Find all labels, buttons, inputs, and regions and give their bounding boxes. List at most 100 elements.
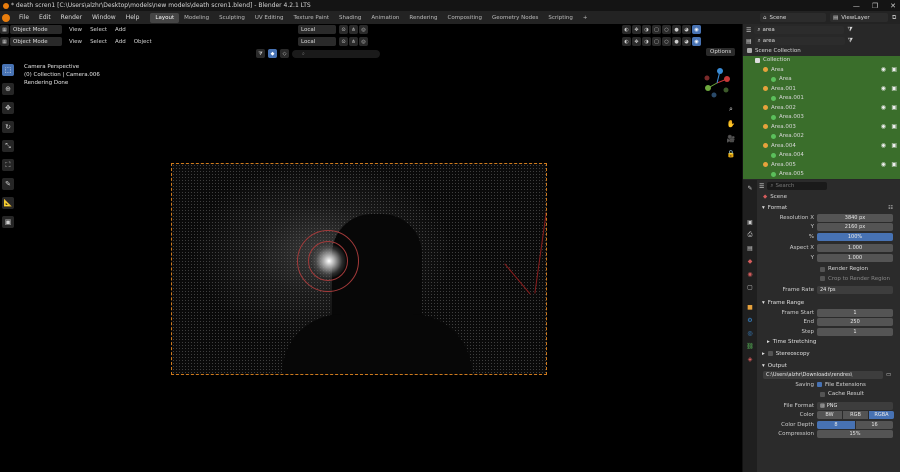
- visibility-eye-icon[interactable]: ◉: [881, 85, 886, 92]
- snap-icon-2[interactable]: ⋔: [349, 37, 358, 46]
- view-layer-selector[interactable]: ▤ ViewLayer: [830, 13, 888, 22]
- output-path-field[interactable]: C:\Users\alzhr\Downloads\rendres\: [763, 371, 883, 380]
- render-camera-icon[interactable]: ▣: [891, 85, 897, 92]
- wireframe-shading-icon-2[interactable]: ○: [662, 37, 671, 46]
- orientation-dropdown[interactable]: Local: [298, 25, 336, 34]
- camera-view-icon[interactable]: 🎥: [726, 134, 736, 144]
- annotate-tool-icon[interactable]: ✎: [2, 178, 14, 190]
- aspect-y-field[interactable]: 1.000: [817, 253, 893, 262]
- tab-compositing[interactable]: Compositing: [443, 13, 487, 23]
- menu-edit[interactable]: Edit: [34, 14, 56, 21]
- outliner-row-area-002-data[interactable]: Area.002: [743, 131, 900, 141]
- scene-tab-icon[interactable]: ◆: [745, 256, 755, 266]
- render-camera-icon[interactable]: ▣: [891, 104, 897, 111]
- render-camera-icon[interactable]: ▣: [891, 66, 897, 73]
- render-region-checkbox[interactable]: [820, 266, 825, 272]
- outliner-row-area-004-data[interactable]: Area.004: [743, 150, 900, 160]
- overlay-icon-2[interactable]: ◑: [642, 37, 651, 46]
- menu-select[interactable]: Select: [86, 27, 111, 33]
- depth-16-option[interactable]: 16: [856, 420, 893, 429]
- outliner-search-field-2[interactable]: ⌕ area: [754, 37, 845, 45]
- solid-shading-icon-2[interactable]: ●: [672, 37, 681, 46]
- visibility-eye-icon[interactable]: ◉: [881, 66, 886, 73]
- maximize-button[interactable]: ❐: [872, 2, 878, 10]
- tab-sculpting[interactable]: Sculpting: [214, 13, 250, 23]
- menu-select-2[interactable]: Select: [86, 39, 111, 45]
- format-section-header[interactable]: ▾ Format ☷: [759, 203, 900, 213]
- properties-editor-icon[interactable]: ☰: [759, 183, 764, 190]
- editor-type-icon-2[interactable]: ▦: [0, 37, 9, 46]
- menu-object[interactable]: Object: [130, 39, 156, 45]
- output-tab-icon[interactable]: ⎙: [745, 230, 755, 240]
- view-layer-options-icon[interactable]: ⧉: [892, 14, 900, 22]
- select-box-tool-icon[interactable]: ⬚: [2, 64, 14, 76]
- outliner-row-area-002-light[interactable]: Area.002 ◉ ▣: [743, 103, 900, 113]
- format-presets-icon[interactable]: ☷: [888, 205, 893, 211]
- resolution-percent-field[interactable]: 100%: [817, 232, 893, 241]
- outliner-row-area-001-data[interactable]: Area.001: [743, 93, 900, 103]
- frame-range-section-header[interactable]: ▾ Frame Range: [759, 298, 900, 308]
- material-shading-icon-2[interactable]: ◕: [682, 37, 691, 46]
- menu-render[interactable]: Render: [56, 14, 87, 21]
- object-tab-icon[interactable]: ■: [745, 302, 755, 312]
- lock-camera-icon[interactable]: 🔒: [726, 149, 736, 159]
- object-type-icon[interactable]: ◆: [268, 49, 277, 58]
- render-tab-icon[interactable]: ▣: [745, 217, 755, 227]
- visibility-icon-2[interactable]: ◐: [622, 37, 631, 46]
- outliner-editor-icon[interactable]: ☰: [746, 27, 751, 34]
- compression-field[interactable]: 15%: [817, 430, 893, 439]
- mode-dropdown[interactable]: Object Mode: [10, 25, 62, 34]
- view-layer-tab-icon[interactable]: ▤: [745, 243, 755, 253]
- gizmo-icon[interactable]: ✥: [632, 25, 641, 34]
- resolution-x-field[interactable]: 3840 px: [817, 213, 893, 222]
- menu-add[interactable]: Add: [111, 27, 130, 33]
- visibility-eye-icon[interactable]: ◉: [881, 161, 886, 168]
- world-tab-icon[interactable]: ◉: [745, 269, 755, 279]
- visibility-eye-icon[interactable]: ◉: [881, 142, 886, 149]
- zoom-icon[interactable]: ⌕: [726, 104, 736, 114]
- rendered-shading-icon[interactable]: ◉: [692, 25, 701, 34]
- navigation-gizmo[interactable]: [700, 66, 734, 100]
- crop-region-row[interactable]: Crop to Render Region: [759, 274, 900, 284]
- aspect-x-field[interactable]: 1.000: [817, 244, 893, 253]
- menu-help[interactable]: Help: [121, 14, 145, 21]
- time-stretching-header[interactable]: ▸ Time Stretching: [759, 337, 900, 347]
- outliner-row-area-005-data[interactable]: Area.005: [743, 169, 900, 179]
- outliner-row-collection[interactable]: Collection: [743, 55, 900, 65]
- tab-animation[interactable]: Animation: [366, 13, 404, 23]
- menu-view-2[interactable]: View: [65, 39, 86, 45]
- minimize-button[interactable]: —: [853, 2, 860, 10]
- render-camera-icon[interactable]: ▣: [891, 142, 897, 149]
- blender-menu-icon[interactable]: [2, 13, 10, 22]
- outliner-filter-icon[interactable]: ⧩: [847, 26, 852, 34]
- tab-scripting[interactable]: Scripting: [543, 13, 577, 23]
- outliner-row-area-004-light[interactable]: Area.004 ◉ ▣: [743, 141, 900, 151]
- stereoscopy-checkbox[interactable]: [767, 351, 773, 356]
- pivot-icon[interactable]: ⊙: [339, 25, 348, 34]
- frame-end-field[interactable]: 250: [817, 318, 893, 327]
- menu-view[interactable]: View: [65, 27, 86, 33]
- xray-icon[interactable]: ▢: [652, 25, 661, 34]
- pan-hand-icon[interactable]: ✋: [726, 119, 736, 129]
- move-tool-icon[interactable]: ✥: [2, 102, 14, 114]
- frame-step-field[interactable]: 1: [817, 327, 893, 336]
- collection-tab-icon[interactable]: ▢: [745, 282, 755, 292]
- outliner-display-mode-icon[interactable]: ▤: [746, 38, 752, 45]
- scene-selector[interactable]: ⌂ Scene: [760, 13, 826, 22]
- proportional-edit-icon[interactable]: ◎: [359, 25, 368, 34]
- scale-tool-icon[interactable]: ⤡: [2, 140, 14, 152]
- tab-geometry-nodes[interactable]: Geometry Nodes: [487, 13, 543, 23]
- modifier-tab-icon[interactable]: ⚙: [745, 315, 755, 325]
- menu-add-2[interactable]: Add: [111, 39, 130, 45]
- render-camera-icon[interactable]: ▣: [891, 161, 897, 168]
- visibility-icon[interactable]: ◐: [622, 25, 631, 34]
- properties-search-field[interactable]: ⌕ Search: [767, 182, 828, 190]
- depth-8-option[interactable]: 8: [817, 420, 855, 429]
- snap-target-icon[interactable]: ◇: [280, 49, 289, 58]
- rendered-shading-icon-2[interactable]: ◉: [692, 37, 701, 46]
- pivot-icon-2[interactable]: ⊙: [339, 37, 348, 46]
- color-bw-option[interactable]: BW: [817, 411, 842, 420]
- outliner-row-scene-collection[interactable]: Scene Collection: [743, 46, 900, 56]
- add-workspace-button[interactable]: +: [578, 13, 593, 23]
- overlay-icon[interactable]: ◑: [642, 25, 651, 34]
